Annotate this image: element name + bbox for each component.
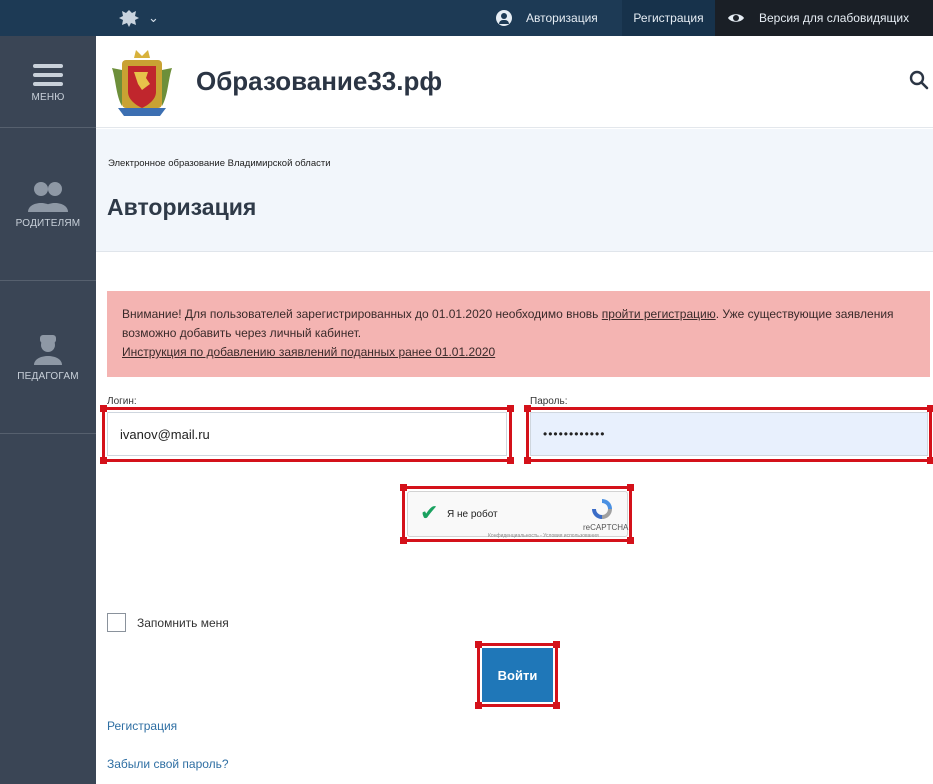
login-button-highlight-frame (475, 641, 560, 709)
register-link-top[interactable]: Регистрация (622, 0, 715, 36)
captcha-highlight-frame (400, 484, 634, 544)
menu-icon (33, 64, 63, 86)
login-highlight-frame (100, 405, 514, 464)
password-highlight-frame (524, 405, 933, 464)
site-header: Образование33.рф (96, 36, 933, 128)
remember-label: Запомнить меня (137, 615, 229, 630)
search-icon[interactable] (909, 70, 929, 90)
sidebar-item-label: МЕНЮ (31, 92, 65, 103)
sidebar-item-label: РОДИТЕЛЯМ (15, 218, 81, 229)
password-label: Пароль: (530, 396, 568, 407)
user-icon (496, 10, 512, 26)
parents-icon (28, 182, 68, 212)
remember-me[interactable]: Запомнить меня (107, 613, 229, 632)
page-title: Авторизация (107, 194, 257, 220)
region-emblem-icon[interactable] (118, 8, 140, 28)
register-again-link[interactable]: пройти регистрацию (602, 307, 716, 321)
auth-label: Авторизация (526, 11, 598, 25)
remember-checkbox[interactable] (107, 613, 126, 632)
sidebar: МЕНЮ РОДИТЕЛЯМ ПЕДАГОГАМ (0, 36, 96, 784)
warning-notice: Внимание! Для пользователей зарегистриро… (107, 291, 930, 377)
sidebar-item-parents[interactable]: РОДИТЕЛЯМ (0, 128, 96, 281)
breadcrumb[interactable]: Электронное образование Владимирской обл… (108, 158, 331, 169)
region-coat-of-arms-icon[interactable] (108, 46, 176, 118)
login-label: Логин: (107, 396, 137, 407)
teacher-icon (34, 335, 62, 365)
sidebar-item-teachers[interactable]: ПЕДАГОГАМ (0, 281, 96, 434)
low-vision-link[interactable]: Версия для слабовидящих (715, 0, 933, 36)
top-bar: ⌄ Авторизация Регистрация Версия для сла… (0, 0, 933, 36)
auth-link[interactable]: Авторизация (496, 0, 598, 36)
register-link[interactable]: Регистрация (107, 719, 177, 733)
sidebar-item-menu[interactable]: МЕНЮ (0, 36, 96, 128)
instruction-link[interactable]: Инструкция по добавлению заявлений подан… (122, 345, 495, 359)
page-heading-band: Электронное образование Владимирской обл… (96, 129, 933, 252)
low-vision-label: Версия для слабовидящих (759, 11, 910, 25)
chevron-down-icon[interactable]: ⌄ (148, 10, 159, 26)
sidebar-item-label: ПЕДАГОГАМ (17, 371, 79, 382)
site-title[interactable]: Образование33.рф (196, 66, 442, 97)
notice-text: Внимание! Для пользователей зарегистриро… (122, 307, 602, 321)
eye-icon (728, 14, 744, 22)
register-label: Регистрация (633, 11, 704, 25)
forgot-password-link[interactable]: Забыли свой пароль? (107, 757, 229, 771)
